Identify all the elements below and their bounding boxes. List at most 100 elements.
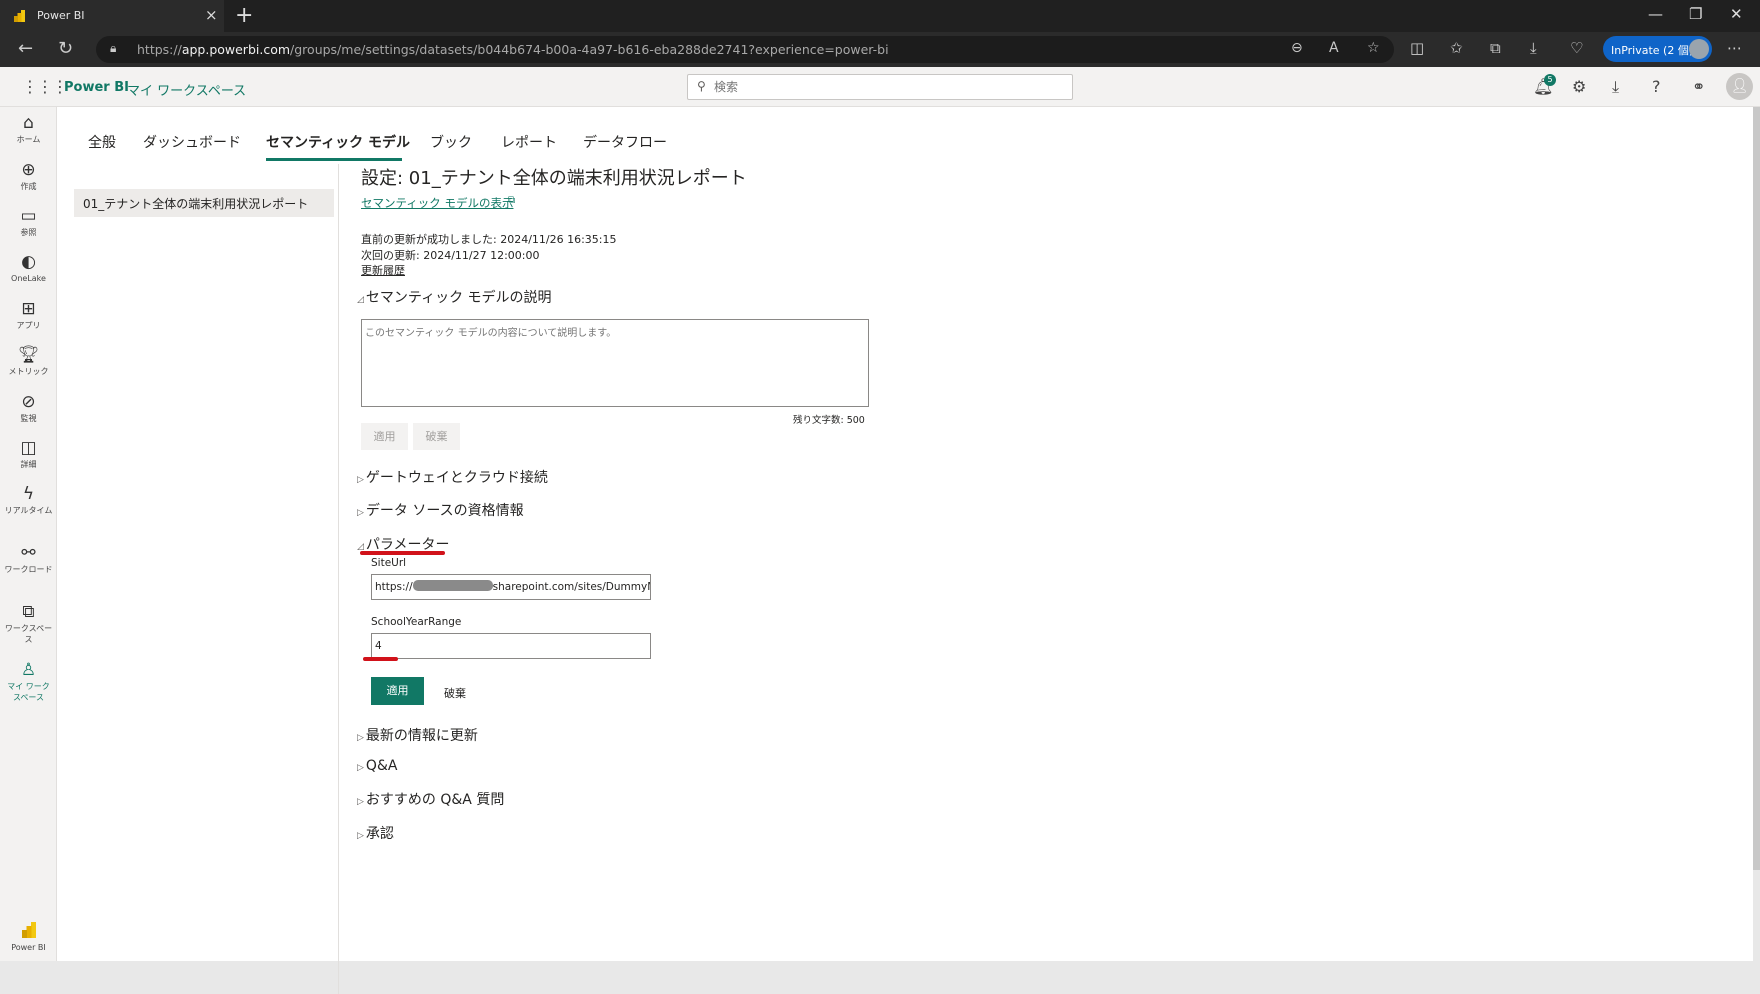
- collapsed-caret-icon: ▷: [357, 475, 364, 485]
- reload-icon[interactable]: ↻: [58, 38, 73, 59]
- powerbi-header: ⋮⋮⋮ Power BI マイ ワークスペース ⚲ 🔔︎ 5 ⚙ ⤓ ? ⚭ 👤…: [0, 67, 1760, 107]
- browser-essentials-icon[interactable]: ♡: [1570, 39, 1583, 57]
- create-icon: ⊕: [21, 160, 36, 180]
- nav-realtime[interactable]: ϟ リアルタイム: [0, 484, 57, 516]
- user-avatar[interactable]: 👤︎: [1726, 73, 1753, 100]
- tab-reports[interactable]: レポート: [501, 132, 557, 152]
- browse-icon: ▭: [20, 206, 37, 226]
- semantic-model-list-item[interactable]: 01_テナント全体の端末利用状況レポート: [74, 189, 334, 217]
- nav-home[interactable]: ⌂ ホーム: [0, 113, 57, 145]
- collapsed-caret-icon: ▷: [357, 508, 364, 518]
- workspaces-icon: ⧉: [22, 602, 35, 622]
- notification-badge: 5: [1544, 74, 1556, 86]
- back-icon[interactable]: ←: [18, 38, 33, 59]
- schoolyearrange-label: SchoolYearRange: [371, 616, 462, 628]
- read-aloud-icon[interactable]: A: [1329, 40, 1339, 56]
- restore-icon[interactable]: ❐: [1689, 5, 1702, 23]
- downloads-icon[interactable]: ⤓: [1530, 39, 1537, 57]
- chars-remaining: 残り文字数: 500: [793, 415, 865, 426]
- nav-create[interactable]: ⊕ 作成: [0, 160, 57, 192]
- nav-powerbi-switcher[interactable]: Power BI: [0, 921, 57, 952]
- schoolyearrange-input[interactable]: 4: [371, 633, 651, 659]
- workspace-breadcrumb[interactable]: マイ ワークスペース: [127, 80, 246, 99]
- help-icon[interactable]: ?: [1652, 77, 1661, 96]
- nav-learn[interactable]: ◫ 詳細: [0, 438, 57, 470]
- nav-onelake[interactable]: ◐ OneLake: [0, 252, 57, 284]
- home-icon: ⌂: [23, 113, 34, 133]
- parameters-apply-button[interactable]: 適用: [371, 677, 424, 705]
- featured-qa-section-header[interactable]: ▷ おすすめの Q&A 質問: [357, 789, 504, 809]
- collections-icon[interactable]: ⧉: [1490, 39, 1501, 57]
- learn-icon: ◫: [20, 438, 37, 458]
- nav-browse[interactable]: ▭ 参照: [0, 206, 57, 238]
- page-title: 設定: 01_テナント全体の端末利用状況レポート: [361, 168, 747, 189]
- nav-apps[interactable]: ⊞ アプリ: [0, 299, 57, 331]
- next-refresh-status: 次回の更新: 2024/11/27 12:00:00: [361, 249, 540, 262]
- my-workspace-icon: ♙: [20, 660, 37, 680]
- description-textarea[interactable]: [361, 319, 869, 407]
- search-box[interactable]: ⚲: [687, 74, 1073, 100]
- inprivate-button[interactable]: InPrivate (2 個): [1603, 36, 1712, 62]
- metrics-icon: 🏆︎: [17, 345, 40, 365]
- new-tab-icon[interactable]: +: [235, 3, 253, 28]
- download-icon[interactable]: ⤓: [1612, 77, 1619, 97]
- realtime-icon: ϟ: [22, 484, 35, 504]
- nav-workloads[interactable]: ⚯ ワークロード: [0, 543, 57, 575]
- zoom-icon[interactable]: ⊖: [1291, 40, 1303, 56]
- browser-tab-title: Power BI: [37, 9, 85, 22]
- collapsed-caret-icon: ▷: [357, 797, 364, 807]
- settings-gear-icon[interactable]: ⚙: [1572, 77, 1586, 96]
- description-discard-button[interactable]: 破棄: [413, 423, 460, 450]
- browser-tab[interactable]: Power BI ×: [0, 0, 224, 32]
- close-tab-icon[interactable]: ×: [205, 6, 218, 24]
- collapsed-caret-icon: ▷: [357, 831, 364, 841]
- gateway-section-header[interactable]: ▷ ゲートウェイとクラウド接続: [357, 467, 548, 487]
- favorites-icon[interactable]: ✩: [1450, 39, 1463, 57]
- lock-icon: 🔒︎: [110, 41, 117, 55]
- external-link-icon: ⧉: [508, 195, 516, 206]
- tab-workbooks[interactable]: ブック: [430, 132, 472, 152]
- parameters-discard-button[interactable]: 破棄: [444, 685, 466, 701]
- monitor-icon: ⊘: [21, 392, 36, 412]
- inprivate-avatar-icon: [1689, 39, 1709, 59]
- favorite-star-icon[interactable]: ☆: [1367, 40, 1380, 56]
- share-feedback-icon[interactable]: ⚭: [1692, 77, 1705, 96]
- tab-semantic-models[interactable]: セマンティック モデル: [266, 132, 410, 152]
- brand-label[interactable]: Power BI: [64, 80, 129, 95]
- nav-monitor[interactable]: ⊘ 監視: [0, 392, 57, 424]
- workloads-icon: ⚯: [21, 543, 36, 563]
- endorsement-section-header[interactable]: ▷ 承認: [357, 823, 394, 843]
- siteurl-input[interactable]: https://sharepoint.com/sites/DummyM36: [371, 574, 651, 600]
- url-text[interactable]: https://app.powerbi.com/groups/me/settin…: [137, 42, 889, 57]
- powerbi-favicon-icon: [14, 10, 25, 22]
- tab-general[interactable]: 全般: [88, 132, 116, 152]
- close-window-icon[interactable]: ✕: [1730, 5, 1743, 23]
- annotation-underline: [360, 551, 445, 555]
- refresh-section-header[interactable]: ▷ 最新の情報に更新: [357, 725, 478, 745]
- apps-icon: ⊞: [21, 299, 36, 319]
- search-input[interactable]: [714, 78, 1054, 96]
- nav-workspaces[interactable]: ⧉ ワークスペース: [0, 602, 57, 645]
- split-screen-icon[interactable]: ◫: [1410, 39, 1424, 57]
- app-launcher-icon[interactable]: ⋮⋮⋮: [22, 77, 68, 96]
- nav-my-workspace[interactable]: ♙ マイ ワークスペース: [0, 660, 57, 703]
- nav-metrics[interactable]: 🏆︎ メトリック: [0, 345, 57, 377]
- description-section-header[interactable]: ◿ セマンティック モデルの説明: [357, 287, 552, 307]
- qa-section-header[interactable]: ▷ Q&A: [357, 758, 397, 774]
- tab-dashboards[interactable]: ダッシュボード: [143, 132, 241, 152]
- more-menu-icon[interactable]: ⋯: [1727, 39, 1742, 57]
- scrollbar[interactable]: [1753, 107, 1760, 870]
- tab-dataflows[interactable]: データフロー: [583, 132, 667, 152]
- description-apply-button[interactable]: 適用: [361, 423, 408, 450]
- refresh-history-link[interactable]: 更新履歴: [361, 262, 405, 278]
- divider: [338, 164, 339, 994]
- expanded-caret-icon: ◿: [357, 295, 364, 305]
- annotation-underline: [363, 657, 398, 661]
- left-navigation: ⌂ ホーム ⊕ 作成 ▭ 参照 ◐ OneLake ⊞ アプリ 🏆︎ メトリック ⊘ 監視 ◫…: [0, 107, 57, 961]
- powerbi-logo-icon: [21, 922, 36, 938]
- minimize-icon[interactable]: —: [1648, 5, 1663, 23]
- view-semantic-model-link[interactable]: セマンティック モデルの表示: [361, 195, 513, 211]
- datasource-credentials-section-header[interactable]: ▷ データ ソースの資格情報: [357, 500, 524, 520]
- address-bar[interactable]: 🔒︎ https://app.powerbi.com/groups/me/set…: [96, 36, 1394, 63]
- redacted-mask: [412, 580, 493, 591]
